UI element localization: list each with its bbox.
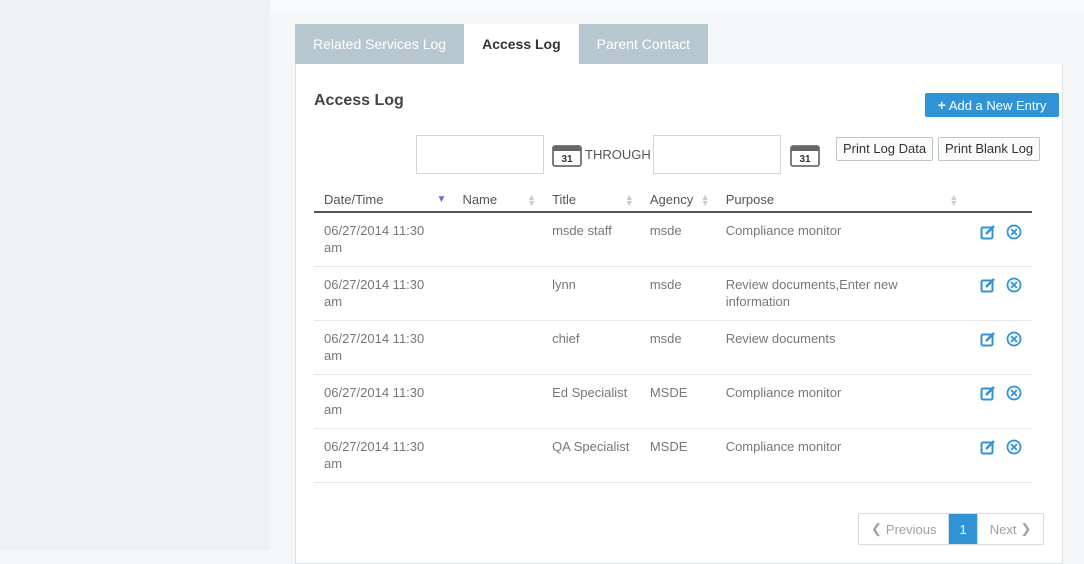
print-blank-log-button[interactable]: Print Blank Log: [938, 137, 1041, 161]
cell-datetime: 06/27/2014 11:30 am: [314, 374, 453, 429]
next-page-button[interactable]: Next ❯: [976, 514, 1044, 544]
date-to-input[interactable]: [653, 135, 781, 174]
column-header-title[interactable]: Title ▲ ▼: [542, 188, 640, 213]
delete-icon[interactable]: [1006, 331, 1022, 347]
cell-purpose: Compliance monitor: [715, 374, 965, 429]
delete-icon[interactable]: [1006, 439, 1022, 455]
calendar-icon[interactable]: 31: [552, 143, 582, 167]
sort-icon: ▲ ▼: [700, 192, 710, 208]
cell-actions: [964, 320, 1032, 375]
cell-agency: msde: [639, 212, 716, 267]
through-label: THROUGH: [585, 147, 651, 162]
tab-access-log[interactable]: Access Log: [464, 24, 579, 64]
edit-icon[interactable]: [980, 277, 996, 293]
cell-name: [452, 212, 543, 267]
cell-actions: [964, 374, 1032, 429]
table-row: 06/27/2014 11:30 am msde staff msde Comp…: [314, 212, 1032, 267]
cell-purpose: Review documents,Enter new information: [715, 266, 965, 321]
edit-icon[interactable]: [980, 385, 996, 401]
cell-name: [452, 266, 543, 321]
date-from-input[interactable]: [416, 135, 544, 174]
edit-icon[interactable]: [980, 331, 996, 347]
column-header-agency[interactable]: Agency ▲ ▼: [639, 188, 716, 213]
cell-datetime: 06/27/2014 11:30 am: [314, 320, 453, 375]
access-log-panel: Access Log + Add a New Entry 31 THROUGH …: [295, 64, 1063, 564]
tab-bar: Related Services Log Access Log Parent C…: [295, 24, 709, 64]
cell-title: lynn: [542, 266, 640, 321]
column-header-datetime[interactable]: Date/Time ▼: [314, 188, 453, 213]
cell-purpose: Review documents: [715, 320, 965, 375]
table-row: 06/27/2014 11:30 am Ed Specialist MSDE C…: [314, 374, 1032, 429]
print-log-data-button[interactable]: Print Log Data: [836, 137, 934, 161]
delete-icon[interactable]: [1006, 277, 1022, 293]
pagination: ❮ Previous 1 Next ❯: [858, 513, 1045, 545]
table-row: 06/27/2014 11:30 am chief msde Review do…: [314, 320, 1032, 375]
table-row: 06/27/2014 11:30 am QA Specialist MSDE C…: [314, 428, 1032, 483]
edit-icon[interactable]: [980, 439, 996, 455]
tab-parent-contact[interactable]: Parent Contact: [578, 24, 709, 64]
column-header-actions: [964, 188, 1032, 213]
page-1-button[interactable]: 1: [949, 514, 977, 544]
cell-datetime: 06/27/2014 11:30 am: [314, 428, 453, 483]
cell-datetime: 06/27/2014 11:30 am: [314, 266, 453, 321]
cell-name: [452, 320, 543, 375]
cell-purpose: Compliance monitor: [715, 428, 965, 483]
cell-title: Ed Specialist: [542, 374, 640, 429]
cell-name: [452, 374, 543, 429]
cell-actions: [964, 266, 1032, 321]
delete-icon[interactable]: [1006, 385, 1022, 401]
cell-agency: msde: [639, 320, 716, 375]
sort-icon: ▲ ▼: [527, 192, 537, 208]
cell-actions: [964, 428, 1032, 483]
chevron-right-icon: ❯: [1020, 521, 1032, 536]
add-new-entry-label: Add a New Entry: [948, 97, 1047, 113]
left-sidebar: [0, 0, 270, 550]
sort-icon: ▲ ▼: [949, 192, 959, 208]
previous-page-button[interactable]: ❮ Previous: [859, 514, 950, 544]
tab-related-services-log[interactable]: Related Services Log: [295, 24, 465, 64]
table-row: 06/27/2014 11:30 am lynn msde Review doc…: [314, 266, 1032, 321]
cell-agency: MSDE: [639, 374, 716, 429]
cell-title: QA Specialist: [542, 428, 640, 483]
cell-agency: msde: [639, 266, 716, 321]
svg-text:31: 31: [799, 154, 811, 165]
cell-agency: MSDE: [639, 428, 716, 483]
column-header-name[interactable]: Name ▲ ▼: [452, 188, 543, 213]
cell-actions: [964, 212, 1032, 267]
panel-title: Access Log: [314, 92, 404, 109]
chevron-left-icon: ❮: [871, 521, 882, 536]
cell-title: chief: [542, 320, 640, 375]
svg-text:31: 31: [561, 154, 573, 165]
access-log-table: Date/Time ▼ Name ▲ ▼ Title ▲ ▼ Agency ▲ ▼ P…: [314, 188, 1032, 483]
cell-title: msde staff: [542, 212, 640, 267]
add-new-entry-button[interactable]: + Add a New Entry: [925, 93, 1059, 117]
column-header-purpose[interactable]: Purpose ▲ ▼: [715, 188, 965, 213]
sort-desc-icon: ▼: [436, 194, 447, 205]
delete-icon[interactable]: [1006, 224, 1022, 240]
sort-icon: ▲ ▼: [624, 192, 634, 208]
cell-name: [452, 428, 543, 483]
edit-icon[interactable]: [980, 224, 996, 240]
cell-datetime: 06/27/2014 11:30 am: [314, 212, 453, 267]
plus-icon: +: [937, 97, 946, 113]
calendar-icon[interactable]: 31: [790, 143, 820, 167]
cell-purpose: Compliance monitor: [715, 212, 965, 267]
table-header-row: Date/Time ▼ Name ▲ ▼ Title ▲ ▼ Agency ▲ ▼ P…: [314, 188, 1032, 213]
